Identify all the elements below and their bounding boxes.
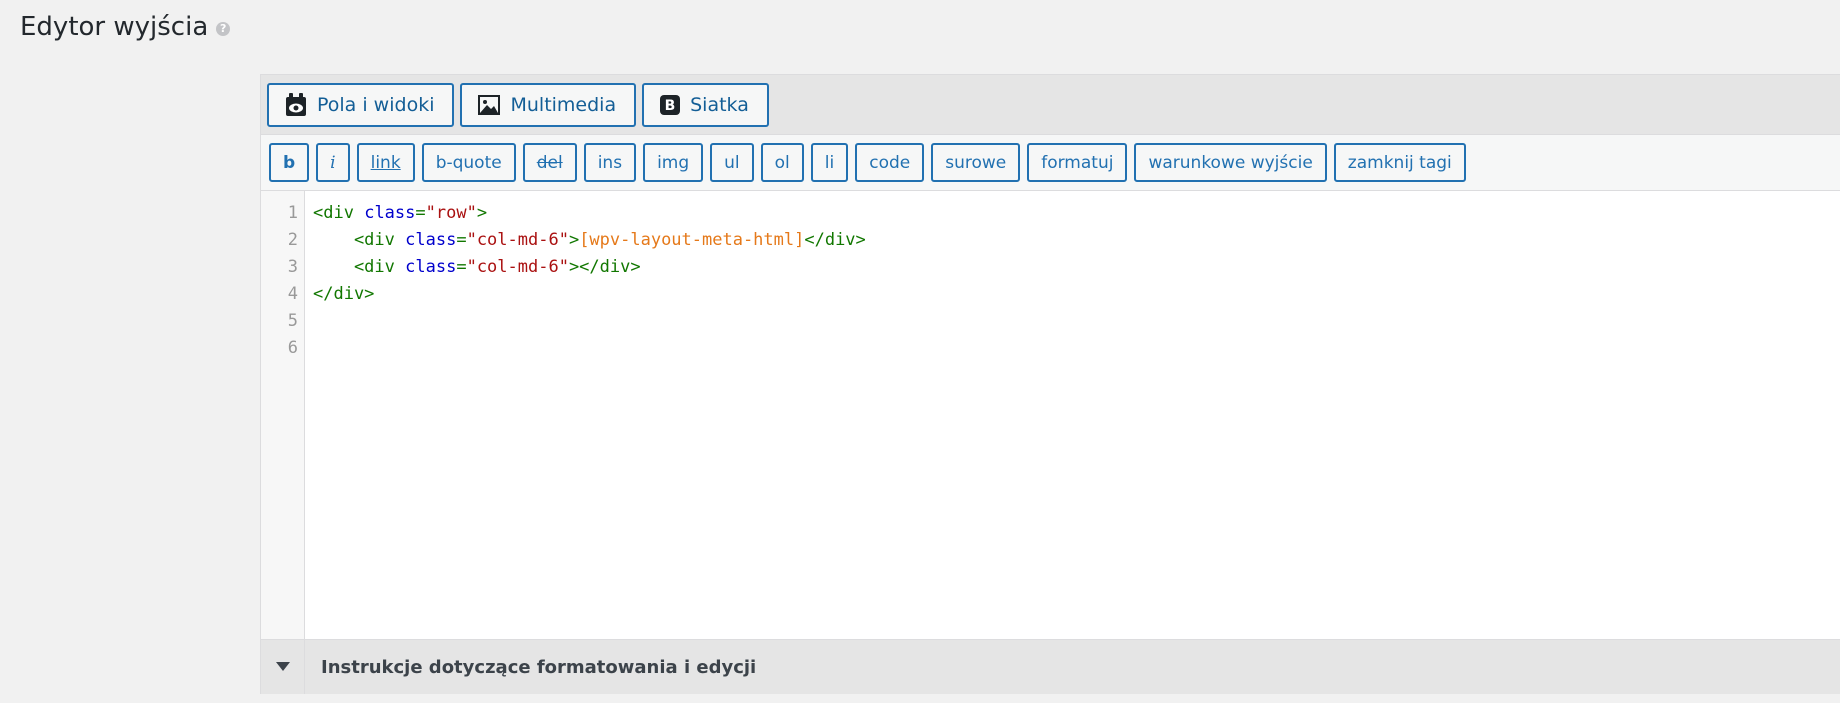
grid-button[interactable]: B Siatka	[642, 82, 769, 127]
code-editor[interactable]: 1 2 3 4 5 6 <div class="row"> <div class…	[261, 191, 1840, 640]
qt-format-button[interactable]: formatuj	[1027, 143, 1128, 182]
svg-text:B: B	[665, 98, 676, 114]
qt-italic-button[interactable]: i	[316, 143, 350, 182]
instructions-toggle[interactable]	[261, 640, 305, 694]
code-line: <div class="col-md-6">[wpv-layout-meta-h…	[313, 230, 866, 250]
multimedia-label: Multimedia	[510, 93, 617, 116]
qt-blockquote-button[interactable]: b-quote	[421, 143, 516, 182]
line-number: 1	[287, 203, 298, 223]
qt-conditional-output-button[interactable]: warunkowe wyjście	[1134, 143, 1327, 182]
line-number: 3	[287, 257, 298, 277]
instructions-label[interactable]: Instrukcje dotyczące formatowania i edyc…	[305, 657, 756, 678]
qt-ul-button[interactable]: ul	[710, 143, 754, 182]
page-title-text: Edytor wyjścia	[20, 12, 209, 42]
line-number: 2	[287, 230, 298, 250]
formatting-instructions-panel: Instrukcje dotyczące formatowania i edyc…	[261, 640, 1840, 694]
qt-ol-button[interactable]: ol	[760, 143, 804, 182]
qt-li-button[interactable]: li	[810, 143, 849, 182]
eye-icon	[285, 92, 307, 117]
code-line: </div>	[313, 284, 375, 304]
caret-down-icon	[275, 658, 290, 676]
editor-top-toolbar: Pola i widoki Multimedia B Siatka	[261, 75, 1840, 135]
image-icon	[478, 94, 501, 115]
qt-ins-button[interactable]: ins	[583, 143, 637, 182]
grid-label: Siatka	[690, 93, 749, 116]
quicktags-toolbar: b i link b-quote del ins img ul ol li co…	[261, 135, 1840, 191]
code-line: <div class="col-md-6"></div>	[313, 257, 641, 277]
fields-and-views-label: Pola i widoki	[317, 93, 435, 116]
qt-img-button[interactable]: img	[643, 143, 704, 182]
help-icon[interactable]: ?	[216, 22, 231, 36]
line-number: 6	[287, 338, 298, 358]
code-content[interactable]: <div class="row"> <div class="col-md-6">…	[305, 191, 1840, 639]
fields-and-views-button[interactable]: Pola i widoki	[267, 82, 455, 127]
bootstrap-icon: B	[660, 94, 681, 115]
line-number: 4	[287, 284, 298, 304]
qt-close-tags-button[interactable]: zamknij tagi	[1333, 143, 1466, 182]
output-editor: Pola i widoki Multimedia B Siatka b i li…	[260, 74, 1840, 694]
page-title: Edytor wyjścia ?	[20, 12, 231, 42]
qt-del-button[interactable]: del	[522, 143, 577, 182]
qt-link-button[interactable]: link	[356, 143, 415, 182]
qt-raw-button[interactable]: surowe	[931, 143, 1021, 182]
line-number-gutter: 1 2 3 4 5 6	[261, 191, 305, 639]
multimedia-button[interactable]: Multimedia	[460, 82, 637, 127]
qt-code-button[interactable]: code	[855, 143, 925, 182]
qt-bold-button[interactable]: b	[269, 143, 310, 182]
code-line: <div class="row">	[313, 203, 488, 223]
line-number: 5	[287, 311, 298, 331]
